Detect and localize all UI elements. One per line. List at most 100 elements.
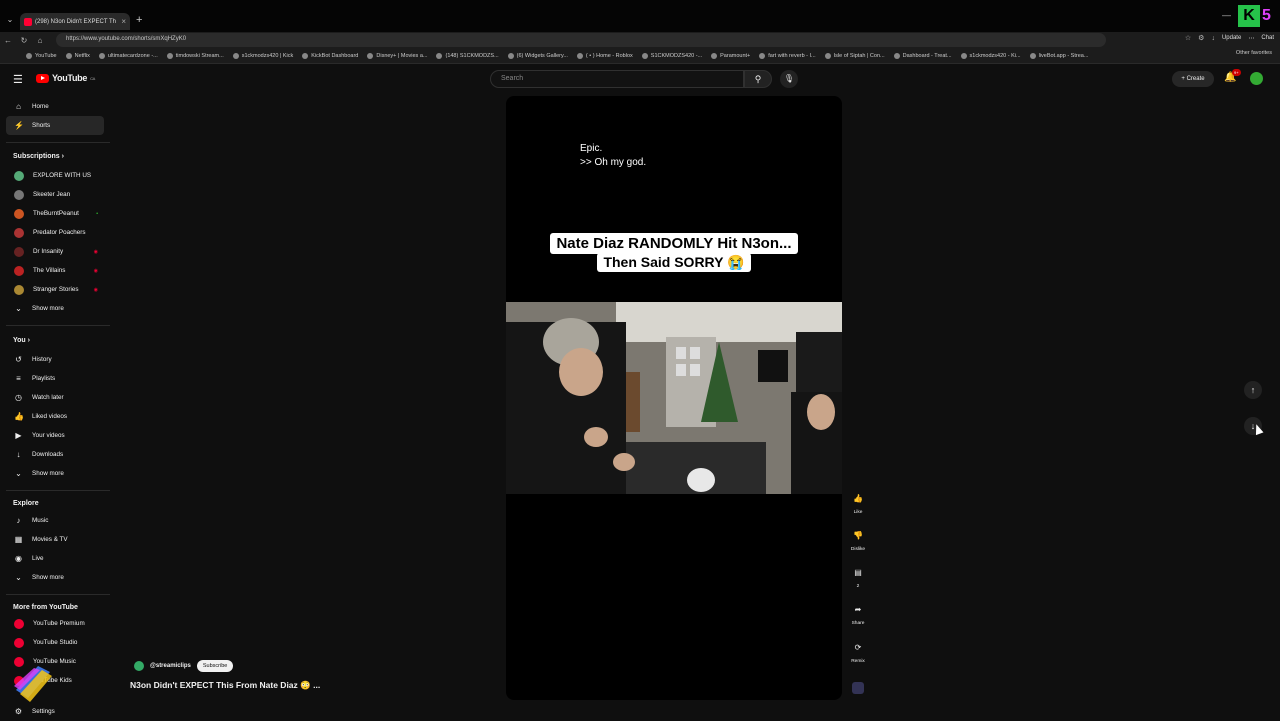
subscribe-button[interactable]: Subscribe (196, 660, 234, 672)
bookmark-item[interactable]: Netflix (65, 53, 90, 59)
create-label: Create (1186, 76, 1205, 82)
favorites-icon[interactable]: ☆ (1185, 34, 1191, 42)
bookmark-item[interactable]: KickBot Dashboard (302, 53, 358, 59)
bookmark-item[interactable]: (6) Widgets Gallery... (507, 53, 568, 59)
channel-avatar[interactable] (134, 661, 144, 671)
url-input[interactable]: https://www.youtube.com/shorts/smXqHZyK0 (56, 33, 1106, 47)
avatar[interactable] (1250, 72, 1263, 85)
action-label: Remix (851, 659, 865, 664)
sidebar-item-playlists[interactable]: ≡ Playlists (6, 369, 104, 388)
sidebar-item-subscription[interactable]: Predator Poachers (6, 223, 104, 242)
bookmark-favicon-icon (98, 53, 105, 59)
subscriptions-heading[interactable]: Subscriptions › (13, 153, 64, 160)
new-tab-icon[interactable]: + (136, 14, 142, 26)
short-video-title[interactable]: N3on Didn't EXPECT This From Nate Diaz 😳… (130, 680, 320, 691)
sidebar-item-music[interactable]: ♪ Music (6, 511, 104, 530)
bookmark-item[interactable]: (148) S1CKMODZS... (436, 53, 499, 59)
sidebar-item-subscription[interactable]: Stranger Stories ◉ (6, 280, 104, 299)
bookmark-label: (148) S1CKMODZS... (445, 53, 499, 59)
browser-tab-active[interactable]: (298) N3on Didn't EXPECT Th × (20, 13, 130, 30)
sidebar-item-watch-later[interactable]: ◷ Watch later (6, 388, 104, 407)
short-video-player[interactable]: Epic. >> Oh my god. Nate Diaz RANDOMLY H… (506, 96, 842, 700)
update-button[interactable]: Update (1222, 35, 1241, 41)
sidebar-item-subscription[interactable]: Dr Insanity ◉ (6, 242, 104, 261)
sidebar-item-home[interactable]: ⌂ Home (6, 97, 104, 116)
refresh-icon[interactable]: ↻ (16, 36, 32, 45)
bookmark-item[interactable]: Isle of Siptah | Con... (824, 53, 885, 59)
video-frame-image (506, 302, 842, 494)
bookmark-item[interactable]: ( • ) Home - Roblox (576, 53, 633, 59)
sidebar-item-downloads[interactable]: ↓ Downloads (6, 445, 104, 464)
chevron-right-icon: › (61, 153, 64, 160)
show-more-you[interactable]: ⌄ Show more (6, 464, 104, 483)
bookmark-item[interactable]: liveBot.app - Strea... (1029, 53, 1088, 59)
sidebar-item-label: History (32, 356, 52, 363)
bookmark-label: (6) Widgets Gallery... (516, 53, 568, 59)
tab-list-dropdown-icon[interactable]: ⌄ (4, 15, 16, 27)
channel-avatar (14, 246, 24, 257)
show-more-explore[interactable]: ⌄ Show more (6, 568, 104, 587)
sidebar-item-live[interactable]: ◉ Live (6, 549, 104, 568)
sidebar-item-liked-videos[interactable]: 👍 Liked videos (6, 407, 104, 426)
sidebar-item-label: Playlists (32, 375, 56, 382)
live-icon: ◉ (15, 554, 22, 563)
sidebar-item-subscription[interactable]: Skeeter Jean (6, 185, 104, 204)
sidebar-item-label: TheBurntPeanut (33, 210, 79, 217)
remix-button[interactable]: ⟳ Remix (848, 640, 868, 664)
search-icon[interactable]: ⚲ (744, 70, 772, 88)
like-button[interactable]: 👍 Like (848, 491, 868, 515)
show-more-subscriptions[interactable]: ⌄ Show more (6, 299, 104, 318)
minimize-window-icon[interactable]: — (1222, 10, 1231, 20)
home-browser-icon[interactable]: ⌂ (32, 36, 48, 45)
extensions-icon[interactable]: ⚙ (1198, 34, 1204, 42)
chat-button[interactable]: Chat (1261, 35, 1274, 41)
you-heading[interactable]: You › (13, 337, 30, 344)
downloads-browser-icon[interactable]: ↓ (1211, 35, 1215, 42)
bookmark-item[interactable]: Dashboard - Treat... (893, 53, 952, 59)
sidebar-item-your-videos[interactable]: ▶ Your videos (6, 426, 104, 445)
overlay-badge: 5 (1262, 7, 1271, 24)
sidebar-item-history[interactable]: ↺ History (6, 350, 104, 369)
playlists-icon: ≡ (16, 374, 21, 383)
kick-logo-overlay: K (1238, 5, 1260, 27)
divider (6, 490, 110, 491)
previous-short-button[interactable]: ↑ (1244, 381, 1262, 399)
sidebar-item-label: Music (32, 517, 49, 524)
bookmark-item[interactable]: Paramount+ (711, 53, 750, 59)
search-input[interactable]: Search (490, 70, 744, 88)
sidebar-item-movies[interactable]: ▦ Movies & TV (6, 530, 104, 549)
youtube-logo[interactable]: YouTube CA (36, 73, 95, 83)
bookmark-item[interactable]: timdowski Stream... (166, 53, 224, 59)
back-icon[interactable]: ← (0, 36, 16, 45)
sidebar-item-youtube-studio[interactable]: YouTube Studio (6, 633, 104, 652)
sidebar-item-subscription[interactable]: EXPLORE WITH US (6, 166, 104, 185)
bookmark-favicon-icon (641, 53, 648, 59)
sidebar-item-subscription[interactable]: The Villains ◉ (6, 261, 104, 280)
sidebar-item-youtube-premium[interactable]: YouTube Premium (6, 614, 104, 633)
close-tab-icon[interactable]: × (121, 17, 126, 26)
bookmark-item[interactable]: s1ckmodzs420 | Kick (232, 53, 293, 59)
comments-button[interactable]: ▤ 2 (848, 565, 868, 589)
like-icon: 👍 (853, 494, 863, 503)
bookmark-item[interactable]: ultimatecardzone -... (98, 53, 158, 59)
bookmarks-bar: YouTube Netflix ultimatecardzone -... timdo… (0, 49, 1280, 64)
bookmark-item[interactable]: S1CKMODZS420 -... (641, 53, 702, 59)
bookmark-item[interactable]: s1ckmodzs420 - Ki... (960, 53, 1021, 59)
share-button[interactable]: ➦ Share (848, 602, 868, 626)
title-overlay-line: Then Said SORRY 😭 (597, 253, 751, 272)
short-channel-info: @streamiclips Subscribe (134, 660, 234, 672)
menu-icon[interactable]: ☰ (13, 73, 23, 86)
bookmark-item[interactable]: Disney+ | Movies a... (367, 53, 427, 59)
sidebar-item-subscription[interactable]: TheBurntPeanut • (6, 204, 104, 223)
channel-thumbnail-button[interactable] (848, 682, 868, 694)
channel-name[interactable]: @streamiclips (150, 663, 191, 669)
more-menu-icon[interactable]: ⋯ (1248, 35, 1254, 42)
sidebar-item-label: Downloads (32, 451, 64, 458)
bookmark-item[interactable]: YouTube (26, 53, 57, 59)
other-favorites[interactable]: Other favorites (1236, 50, 1272, 56)
create-button[interactable]: + Create (1172, 71, 1214, 87)
bookmark-item[interactable]: fart with reverb - I... (759, 53, 816, 59)
dislike-button[interactable]: 👎 Dislike (848, 528, 868, 552)
sidebar-item-shorts[interactable]: ⚡ Shorts (6, 116, 104, 135)
microphone-icon[interactable]: 🎙 (780, 70, 798, 88)
